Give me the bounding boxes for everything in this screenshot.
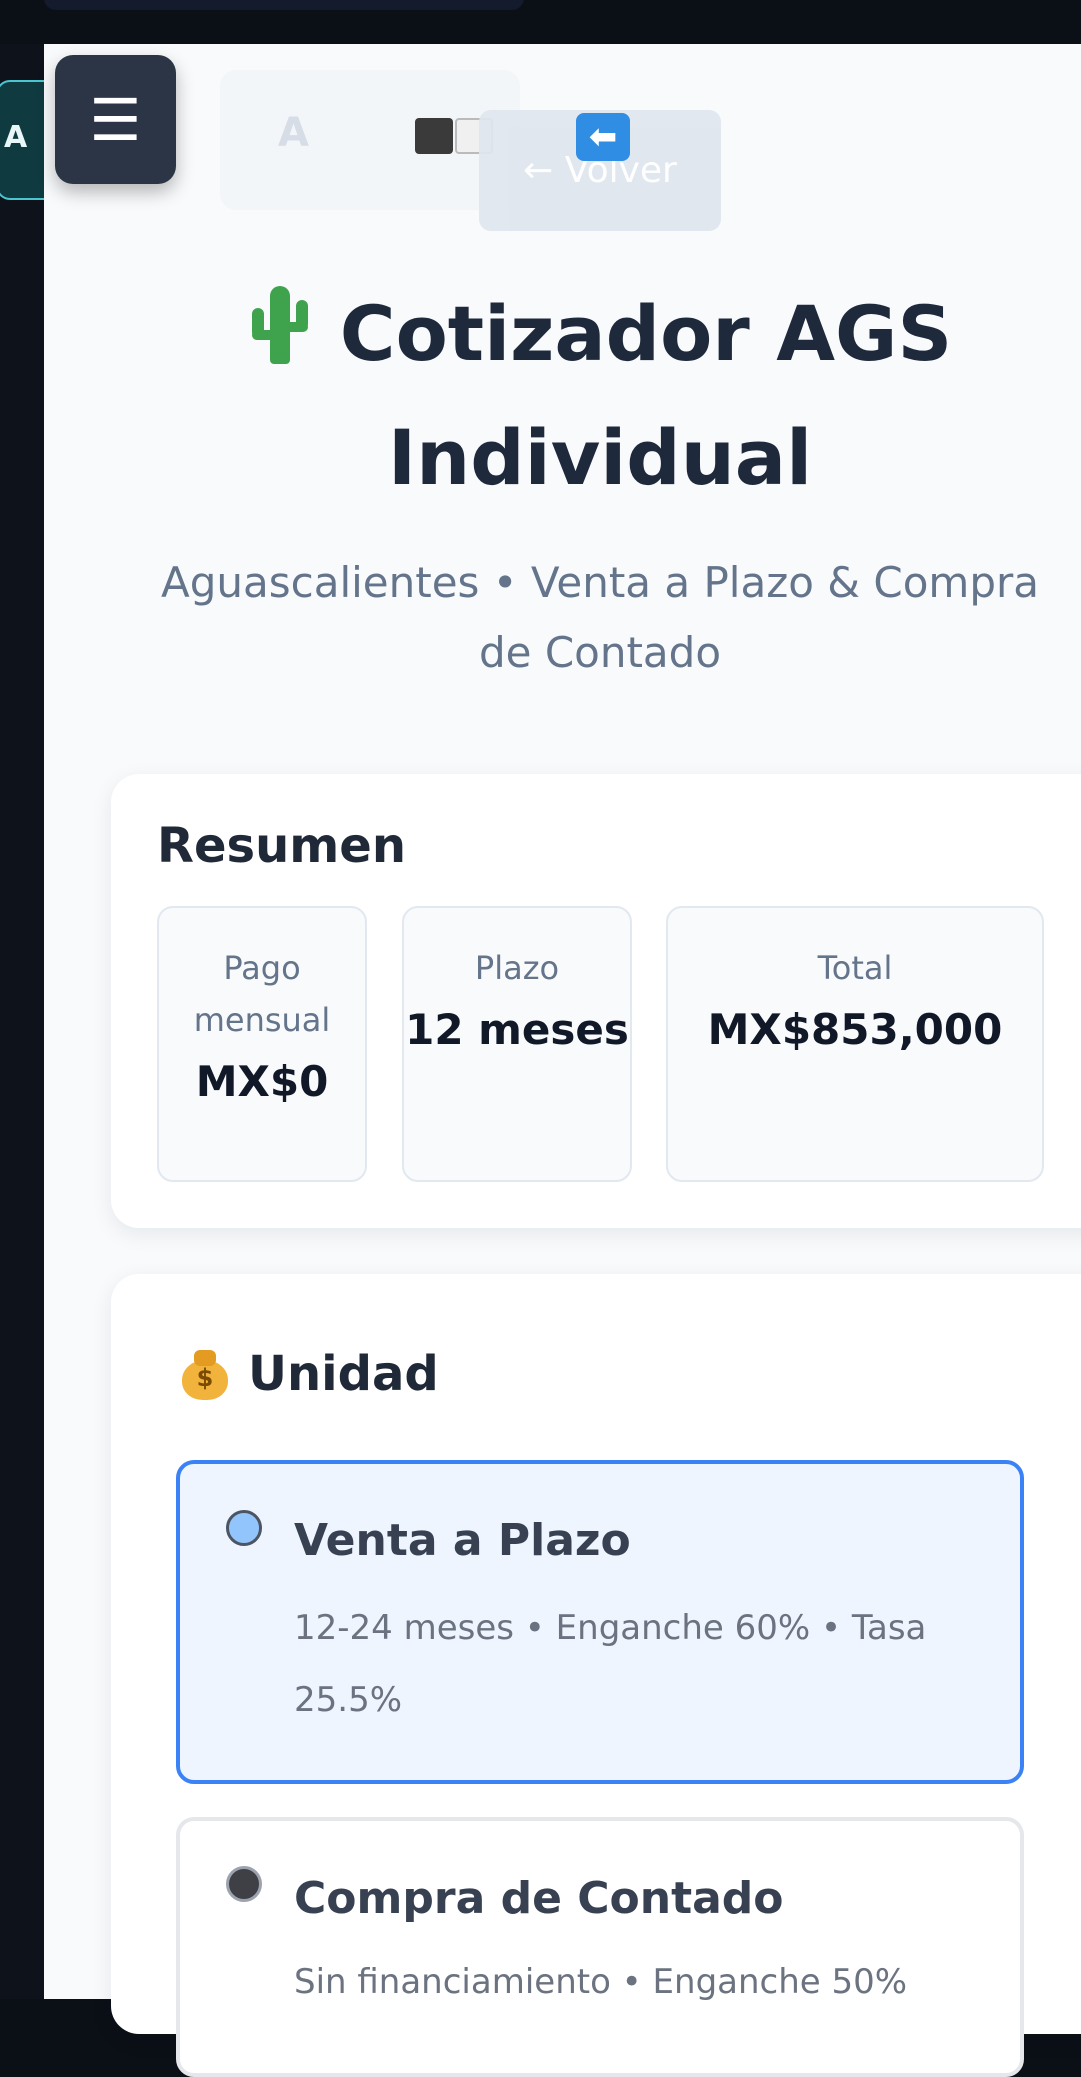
stat-label: Plazo	[474, 949, 560, 987]
stat-label: Pago mensual	[193, 949, 331, 1039]
back-arrow-icon[interactable]: ⬅	[576, 113, 630, 161]
option-description: Sin financiamiento • Enganche 50%	[294, 1962, 908, 2002]
page-title-text: Cotizador AGS Individual	[339, 289, 953, 502]
menu-button[interactable]: ☰	[55, 55, 176, 184]
unit-title-text: Unidad	[248, 1346, 439, 1402]
cactus-icon	[248, 286, 310, 366]
stat-value: MX$853,000	[707, 1005, 1003, 1054]
page-title: Cotizador AGS Individual	[140, 272, 1060, 520]
contrast-icon	[415, 118, 453, 154]
option-title: Venta a Plazo	[294, 1515, 631, 1566]
stat-label: Total	[817, 949, 893, 987]
side-tab-label: A	[4, 120, 28, 155]
font-size-toggle[interactable]: A	[278, 110, 309, 156]
radio-venta-a-plazo[interactable]	[226, 1510, 262, 1546]
stat-value: MX$0	[195, 1057, 329, 1106]
browser-top-pill	[44, 0, 524, 10]
stat-value: 12 meses	[405, 1005, 629, 1054]
option-title: Compra de Contado	[294, 1873, 784, 1924]
stat-total: Total MX$853,000	[666, 906, 1044, 1182]
unit-title: $ Unidad	[178, 1346, 439, 1402]
summary-title: Resumen	[157, 818, 406, 874]
left-sidebar-strip	[0, 44, 44, 1999]
stat-term: Plazo 12 meses	[402, 906, 632, 1182]
radio-compra-de-contado[interactable]	[226, 1866, 262, 1902]
option-description: 12-24 meses • Enganche 60% • Tasa 25.5%	[294, 1608, 927, 1720]
money-bag-icon: $	[178, 1348, 230, 1400]
menu-icon: ☰	[89, 85, 142, 154]
stat-monthly-payment: Pago mensual MX$0	[157, 906, 367, 1182]
page-subtitle: Aguascalientes • Venta a Plazo & Compra …	[160, 558, 1040, 677]
